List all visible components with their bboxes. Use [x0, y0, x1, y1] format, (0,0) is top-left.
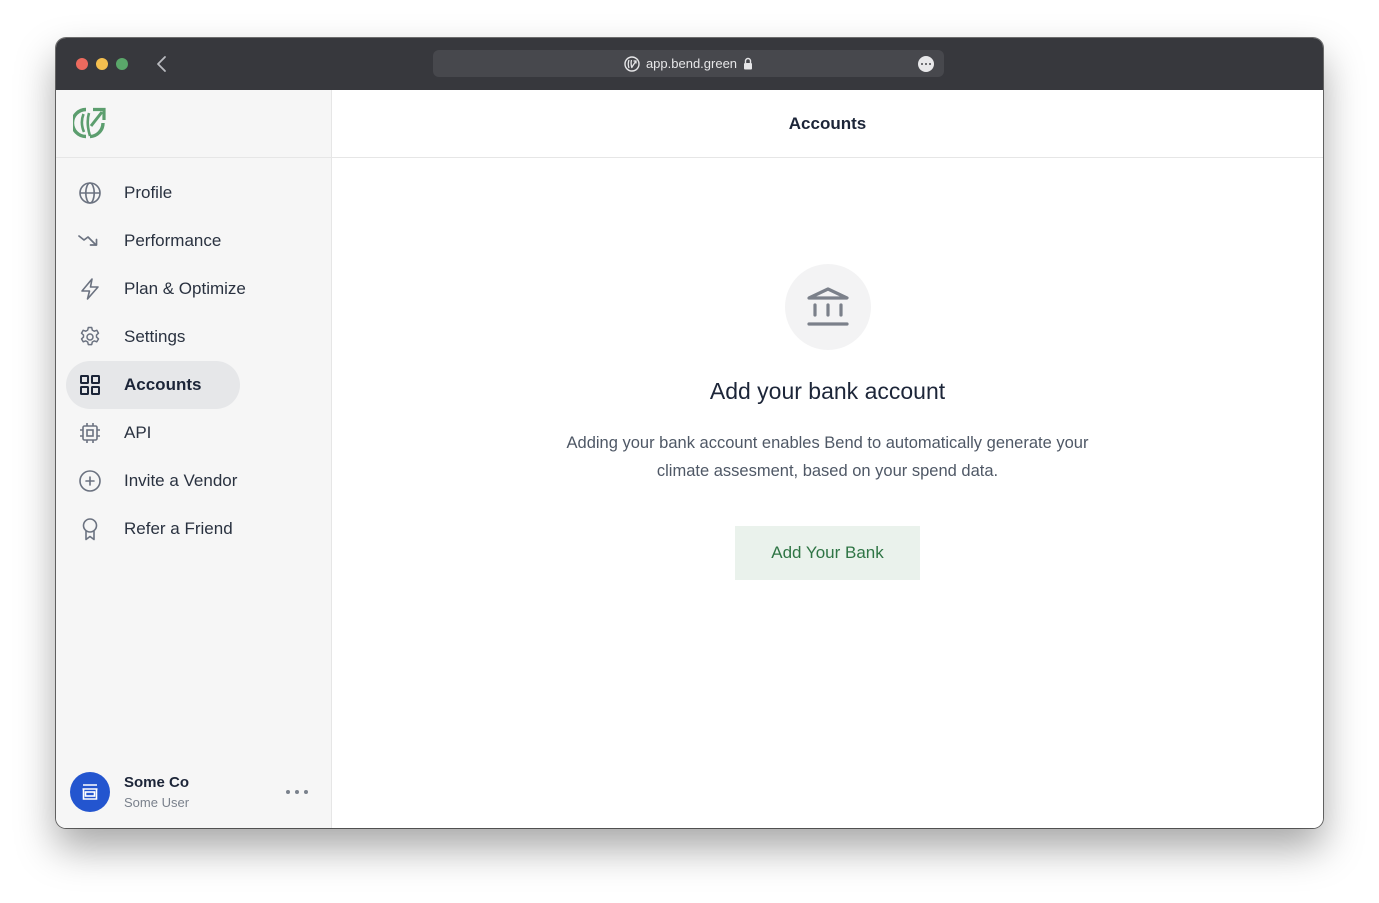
- more-horizontal-icon: [286, 790, 290, 794]
- browser-window: app.bend.green Profile Performance Plan …: [56, 38, 1323, 828]
- sidebar-item-profile[interactable]: Profile: [66, 169, 240, 217]
- award-icon: [82, 518, 98, 541]
- sidebar-item-label: Refer a Friend: [124, 519, 233, 538]
- bend-logo-icon[interactable]: [73, 106, 107, 140]
- site-favicon-icon: [624, 55, 640, 72]
- sidebar-item-api[interactable]: API: [66, 409, 240, 457]
- storefront-icon: [82, 784, 98, 800]
- browser-titlebar: app.bend.green: [56, 38, 1323, 90]
- sidebar-item-label: Invite a Vendor: [124, 471, 238, 490]
- globe-icon: [79, 182, 101, 204]
- sidebar-item-invite-vendor[interactable]: Invite a Vendor: [66, 457, 240, 505]
- empty-state-description: Adding your bank account enables Bend to…: [566, 434, 1089, 480]
- sidebar-item-label: Accounts: [124, 375, 202, 394]
- address-bar[interactable]: app.bend.green: [433, 50, 944, 77]
- empty-state-title: Add your bank account: [709, 378, 946, 404]
- sidebar-item-refer-friend[interactable]: Refer a Friend: [66, 505, 240, 553]
- bank-icon: [807, 287, 849, 326]
- sidebar-header: [56, 90, 331, 158]
- plus-circle-icon: [79, 470, 101, 492]
- sidebar-item-label: API: [124, 423, 152, 442]
- minimize-window-button[interactable]: [96, 58, 108, 70]
- page-options-button[interactable]: [918, 56, 934, 72]
- sidebar-item-settings[interactable]: Settings: [66, 313, 240, 361]
- sidebar-item-label: Settings: [124, 327, 186, 346]
- sidebar-item-label: Profile: [124, 183, 173, 202]
- sidebar-item-plan-optimize[interactable]: Plan & Optimize: [66, 265, 246, 313]
- main-content: Accounts Add your bank account Adding yo…: [332, 90, 1323, 828]
- avatar: [70, 772, 110, 812]
- sidebar-item-label: Plan & Optimize: [124, 279, 246, 298]
- gear-icon: [80, 326, 100, 346]
- maximize-window-button[interactable]: [116, 58, 128, 70]
- user-menu-button[interactable]: [286, 786, 308, 798]
- page-header: Accounts: [332, 90, 1323, 158]
- grid-icon: [80, 375, 100, 395]
- bank-icon-container: [785, 264, 871, 350]
- sidebar-item-accounts[interactable]: Accounts: [66, 361, 240, 409]
- sidebar: Profile Performance Plan & Optimize Sett…: [56, 90, 332, 828]
- company-name: Some Co: [124, 774, 190, 791]
- lock-icon: [744, 57, 753, 70]
- add-bank-button[interactable]: Add Your Bank: [735, 526, 920, 580]
- chevron-left-icon: [157, 56, 166, 72]
- back-button[interactable]: [152, 52, 172, 76]
- sidebar-nav: Profile Performance Plan & Optimize Sett…: [66, 169, 326, 553]
- close-window-button[interactable]: [76, 58, 88, 70]
- sidebar-item-label: Performance: [124, 231, 222, 250]
- chip-icon: [80, 423, 100, 443]
- url-text: app.bend.green: [645, 56, 738, 71]
- trending-down-icon: [78, 235, 98, 246]
- sidebar-item-performance[interactable]: Performance: [66, 217, 240, 265]
- lightning-icon: [81, 278, 99, 300]
- user-name: Some User: [124, 795, 190, 810]
- page-title: Accounts: [788, 113, 867, 133]
- user-account-card[interactable]: Some Co Some User: [56, 756, 331, 828]
